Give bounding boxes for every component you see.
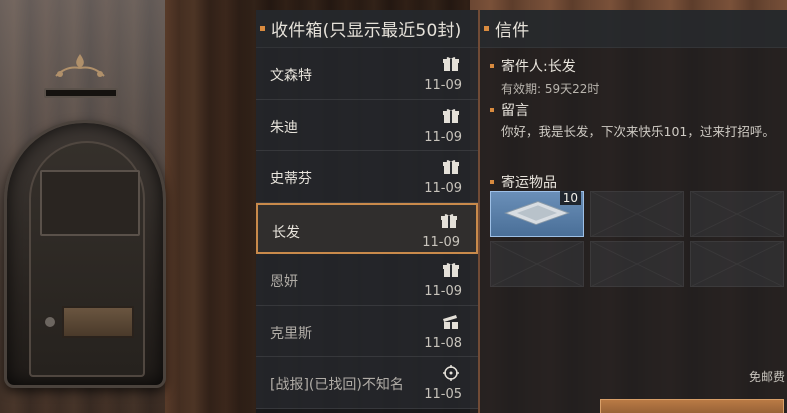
validity-text: 有效期: 59天22时 [501, 82, 600, 96]
items-label: 寄运物品 [501, 175, 557, 191]
mailbox-nameplate [62, 306, 134, 338]
message-label: 留言 [501, 103, 529, 119]
gift-icon [441, 213, 457, 228]
bullet [490, 180, 494, 184]
header-bullet [484, 26, 489, 31]
mail-date: 11-09 [424, 78, 462, 93]
mail-item[interactable]: 克里斯 11-08 [256, 305, 478, 357]
item-slot-empty [590, 241, 684, 287]
postage-text: 免邮费 [748, 370, 785, 384]
mailbox-door [40, 170, 140, 236]
opened-gift-icon [443, 314, 458, 329]
mail-date: 11-09 [424, 129, 462, 145]
mailbox-knob [44, 316, 56, 328]
empty-slot-icon [691, 242, 783, 286]
gift-icon [443, 108, 459, 123]
item-slot-empty [590, 191, 684, 237]
letter-title: 信件 [495, 21, 530, 41]
message-row: 留言 [490, 100, 529, 120]
bullet [490, 64, 494, 68]
inbox-title: 收件箱(只显示最近50封) [271, 21, 462, 41]
mail-item[interactable]: 史蒂芬 11-09 [256, 151, 478, 203]
mail-item[interactable]: [战报](已找回)不知名 11-05 [256, 357, 478, 409]
mail-date: 11-05 [424, 387, 462, 402]
mail-date: 11-08 [424, 335, 462, 351]
empty-slot-icon [691, 192, 783, 236]
ornament-icon [55, 54, 105, 77]
item-slot-filled[interactable]: 10 [490, 191, 584, 237]
sender-label: 寄件人:长发 [501, 59, 576, 75]
gift-icon [443, 263, 459, 277]
gift-icon [443, 57, 459, 71]
bullet [490, 108, 494, 112]
empty-slot-icon [591, 242, 683, 286]
mail-item[interactable]: 朱迪 11-09 [256, 99, 478, 151]
empty-slot-icon [591, 192, 683, 236]
mail-sender: 史蒂芬 [270, 171, 312, 187]
empty-slot-icon [491, 242, 583, 286]
mail-list: 文森特 11-09 朱迪 11-09 史蒂芬 11-09 长发 11-09 恩妍… [256, 48, 478, 409]
mail-date: 11-09 [424, 284, 462, 299]
target-icon [443, 365, 459, 381]
item-slot-empty [690, 241, 784, 287]
inbox-panel: 收件箱(只显示最近50封) 文森特 11-09 朱迪 11-09 史蒂芬 11-… [256, 10, 478, 413]
item-slot-empty [690, 191, 784, 237]
sender-row: 寄件人:长发 [490, 56, 576, 76]
mailbox-slot [44, 88, 118, 98]
mail-date: 11-09 [424, 181, 462, 196]
claim-all-button[interactable] [600, 399, 784, 413]
mail-item[interactable]: 文森特 11-09 [256, 48, 478, 100]
items-row: 寄运物品 [490, 172, 557, 192]
inbox-header: 收件箱(只显示最近50封) [256, 10, 478, 48]
mail-sender: 长发 [272, 224, 300, 241]
mail-sender: [战报](已找回)不知名 [270, 377, 404, 393]
mail-item[interactable]: 恩妍 11-09 [256, 254, 478, 306]
mail-date: 11-09 [422, 234, 460, 250]
gift-icon [443, 160, 459, 174]
message-text: 你好，我是长发，下次来快乐101，过来打招呼。 [501, 124, 775, 139]
letter-header: 信件 [480, 10, 787, 48]
mailbox-illustration [4, 120, 166, 388]
item-slot-empty [490, 241, 584, 287]
mail-sender: 文森特 [270, 68, 312, 84]
header-bullet [260, 26, 265, 31]
mail-sender: 朱迪 [270, 119, 298, 136]
item-quantity: 10 [559, 191, 581, 205]
mail-item-selected[interactable]: 长发 11-09 [256, 202, 478, 254]
mail-sender: 克里斯 [270, 325, 312, 342]
letter-panel: 信件 寄件人:长发 有效期: 59天22时 留言 你好，我是长发，下次来快乐10… [480, 10, 787, 413]
mail-sender: 恩妍 [270, 274, 298, 290]
